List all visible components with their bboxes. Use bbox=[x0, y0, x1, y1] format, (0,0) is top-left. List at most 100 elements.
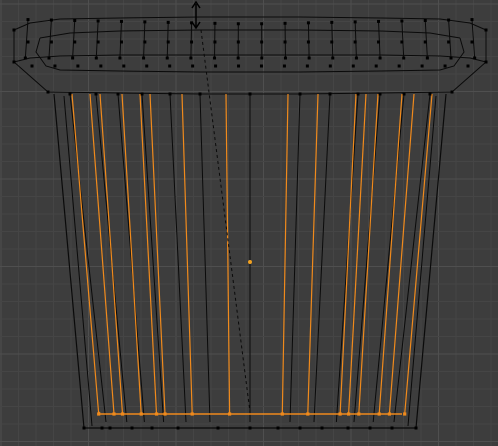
mesh-vertex[interactable] bbox=[213, 56, 217, 60]
selected-edge[interactable] bbox=[99, 93, 124, 415]
mesh-vertex[interactable] bbox=[331, 56, 335, 60]
mesh-vertex[interactable] bbox=[26, 40, 30, 44]
mesh-vertex[interactable] bbox=[82, 426, 86, 430]
mesh-vertex[interactable] bbox=[283, 40, 287, 44]
mesh-vertex[interactable] bbox=[378, 56, 382, 60]
mesh-vertex[interactable] bbox=[213, 40, 217, 44]
mesh-vertex[interactable] bbox=[73, 40, 77, 44]
mesh-vertex[interactable] bbox=[213, 21, 217, 25]
mesh-vertex[interactable] bbox=[73, 18, 77, 22]
mesh-vertex[interactable] bbox=[259, 64, 263, 68]
mesh-vertex[interactable] bbox=[68, 92, 72, 96]
mesh-vertex[interactable] bbox=[423, 40, 427, 44]
mesh-vertex[interactable] bbox=[443, 64, 447, 68]
mesh-vertex[interactable] bbox=[414, 426, 418, 430]
mesh-vertex[interactable] bbox=[387, 412, 391, 416]
mesh-vertex[interactable] bbox=[190, 40, 194, 44]
mesh-vertex[interactable] bbox=[378, 92, 382, 96]
mesh-vertex[interactable] bbox=[96, 40, 100, 44]
selected-edge[interactable] bbox=[139, 93, 158, 415]
mesh-vertex[interactable] bbox=[357, 412, 361, 416]
mesh-vertex[interactable] bbox=[306, 21, 310, 25]
selected-edge[interactable] bbox=[71, 93, 100, 415]
mesh-vertex[interactable] bbox=[320, 426, 324, 430]
mesh-vertex[interactable] bbox=[100, 426, 104, 430]
mesh-vertex[interactable] bbox=[423, 18, 427, 22]
mesh-vertex[interactable] bbox=[99, 64, 103, 68]
mesh-vertex[interactable] bbox=[23, 56, 27, 60]
mesh-vertex[interactable] bbox=[46, 90, 50, 94]
selected-edge[interactable] bbox=[358, 93, 379, 415]
mesh-vertex[interactable] bbox=[163, 412, 167, 416]
mesh-vertex[interactable] bbox=[368, 426, 372, 430]
selected-edge[interactable] bbox=[348, 93, 367, 415]
mesh-vertex[interactable] bbox=[425, 56, 429, 60]
mesh-vertex[interactable] bbox=[397, 64, 401, 68]
selected-edge[interactable] bbox=[404, 93, 433, 415]
mesh-vertex[interactable] bbox=[402, 92, 406, 96]
mesh-vertex[interactable] bbox=[168, 92, 172, 96]
mesh-vertex[interactable] bbox=[447, 40, 451, 44]
mesh-vertex[interactable] bbox=[298, 426, 302, 430]
mesh-vertex[interactable] bbox=[420, 64, 424, 68]
mesh-vertex[interactable] bbox=[347, 412, 351, 416]
mesh-vertex[interactable] bbox=[145, 64, 149, 68]
mesh-vertex[interactable] bbox=[116, 92, 120, 96]
mesh-vertex[interactable] bbox=[190, 412, 194, 416]
selected-edge[interactable] bbox=[378, 93, 403, 415]
mesh-vertex[interactable] bbox=[189, 56, 193, 60]
mesh-vertex[interactable] bbox=[94, 92, 98, 96]
mesh-vertex[interactable] bbox=[143, 20, 147, 24]
mesh-vertex[interactable] bbox=[176, 426, 180, 430]
mesh-vertex[interactable] bbox=[353, 20, 357, 24]
mesh-vertex[interactable] bbox=[108, 426, 112, 430]
mesh-vertex[interactable] bbox=[120, 412, 125, 416]
mesh-vertex[interactable] bbox=[449, 56, 453, 60]
mesh-vertex[interactable] bbox=[330, 40, 334, 44]
mesh-vertex[interactable] bbox=[377, 19, 381, 23]
mesh-vertex[interactable] bbox=[306, 412, 310, 416]
mesh-vertex[interactable] bbox=[228, 412, 232, 416]
mesh-vertex[interactable] bbox=[400, 40, 404, 44]
mesh-vertex[interactable] bbox=[484, 28, 488, 32]
mesh-vertex[interactable] bbox=[338, 412, 342, 416]
mesh-vertex[interactable] bbox=[143, 40, 147, 44]
mesh-vertex[interactable] bbox=[351, 64, 355, 68]
mesh-vertex[interactable] bbox=[466, 64, 470, 68]
mesh-vertex[interactable] bbox=[236, 56, 240, 60]
mesh-vertex[interactable] bbox=[94, 56, 98, 60]
mesh-vertex[interactable] bbox=[402, 56, 406, 60]
mesh-vertex[interactable] bbox=[346, 426, 350, 430]
mesh-vertex[interactable] bbox=[374, 64, 378, 68]
mesh-vertex[interactable] bbox=[71, 56, 75, 60]
mesh-vertex[interactable] bbox=[248, 92, 252, 96]
mesh-vertex[interactable] bbox=[198, 92, 202, 96]
mesh-vertex[interactable] bbox=[306, 40, 310, 44]
mesh-vertex[interactable] bbox=[96, 19, 100, 23]
transform-arrow-icon[interactable] bbox=[191, 0, 201, 30]
selected-edge[interactable] bbox=[339, 93, 357, 415]
mesh-vertex[interactable] bbox=[216, 426, 220, 430]
mesh-vertex[interactable] bbox=[236, 22, 240, 26]
mesh-vertex[interactable] bbox=[260, 56, 264, 60]
mesh-vertex[interactable] bbox=[282, 64, 286, 68]
mesh-vertex[interactable] bbox=[450, 90, 454, 94]
mesh-vertex[interactable] bbox=[237, 64, 241, 68]
mesh-vertex[interactable] bbox=[280, 412, 284, 416]
selected-edge[interactable] bbox=[89, 93, 115, 415]
mesh-vertex[interactable] bbox=[214, 64, 218, 68]
mesh-vertex[interactable] bbox=[140, 92, 144, 96]
mesh-vertex[interactable] bbox=[473, 56, 477, 60]
mesh-vertex[interactable] bbox=[166, 20, 170, 24]
mesh-vertex[interactable] bbox=[236, 40, 240, 44]
mesh-vertex[interactable] bbox=[353, 40, 357, 44]
mesh-vertex[interactable] bbox=[12, 60, 16, 64]
mesh-vertex[interactable] bbox=[330, 20, 334, 24]
mesh-vertex[interactable] bbox=[400, 19, 404, 23]
mesh-vertex[interactable] bbox=[49, 40, 53, 44]
selected-edge[interactable] bbox=[121, 93, 142, 415]
mesh-vertex[interactable] bbox=[260, 22, 264, 26]
mesh-vertex[interactable] bbox=[328, 64, 332, 68]
mesh-vertex[interactable] bbox=[470, 18, 474, 22]
mesh-vertex[interactable] bbox=[122, 64, 126, 68]
